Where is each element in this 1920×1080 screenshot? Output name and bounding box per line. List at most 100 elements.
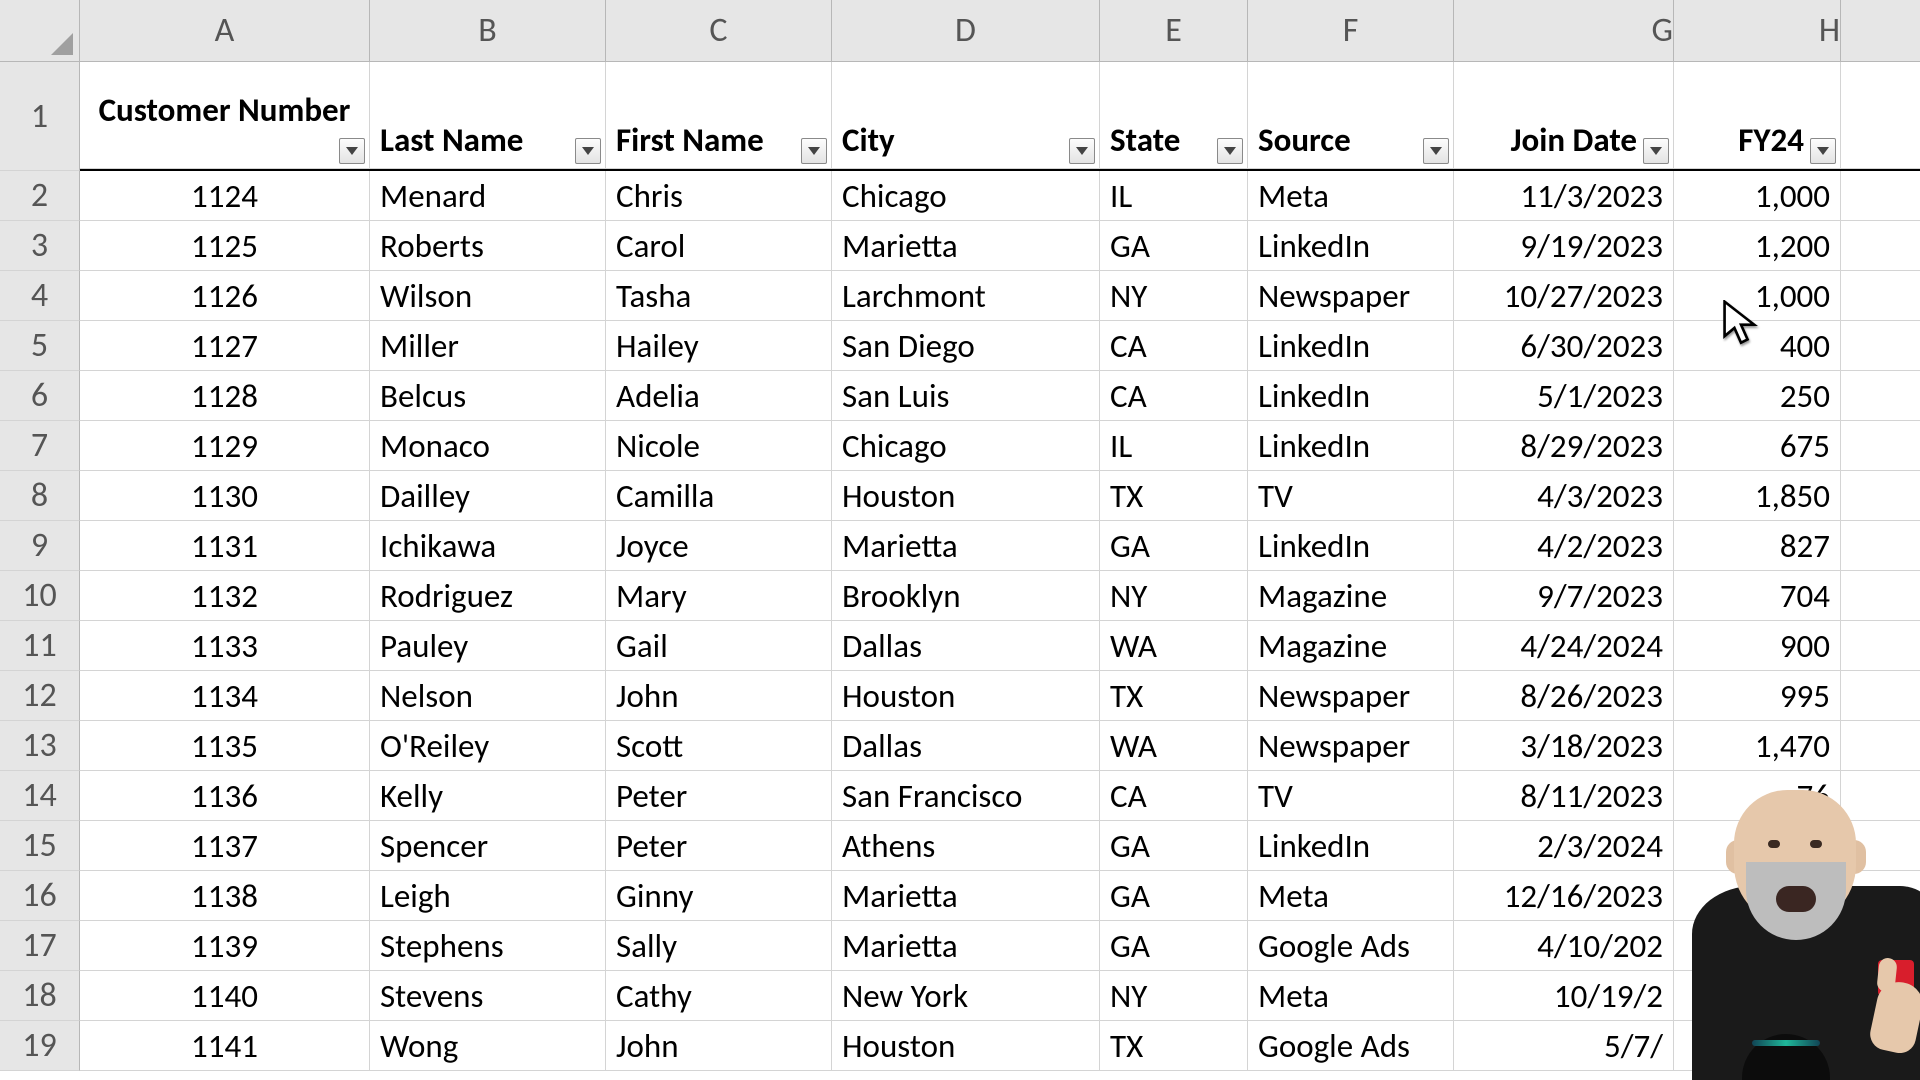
cell-join-date[interactable]: 9/19/2023 bbox=[1454, 221, 1674, 271]
cell-source[interactable]: LinkedIn bbox=[1248, 421, 1454, 471]
filter-dropdown-icon[interactable] bbox=[1810, 138, 1836, 164]
cell-state[interactable]: WA bbox=[1100, 621, 1248, 671]
row-header-12[interactable]: 12 bbox=[0, 671, 80, 721]
cell-customer-number[interactable]: 1134 bbox=[80, 671, 370, 721]
cell-blank[interactable] bbox=[1841, 471, 1920, 521]
filter-dropdown-icon[interactable] bbox=[1069, 138, 1095, 164]
cell-last-name[interactable]: Menard bbox=[370, 171, 606, 221]
row-header-18[interactable]: 18 bbox=[0, 971, 80, 1021]
cell-blank[interactable] bbox=[1841, 621, 1920, 671]
cell-city[interactable]: Larchmont bbox=[832, 271, 1100, 321]
cell-first-name[interactable]: Ginny bbox=[606, 871, 832, 921]
cell-first-name[interactable]: Scott bbox=[606, 721, 832, 771]
cell-state[interactable]: NY bbox=[1100, 971, 1248, 1021]
cell-join-date[interactable]: 2/3/2024 bbox=[1454, 821, 1674, 871]
cell-first-name[interactable]: Peter bbox=[606, 771, 832, 821]
col-header-D[interactable]: D bbox=[832, 0, 1100, 62]
cell-customer-number[interactable]: 1133 bbox=[80, 621, 370, 671]
cell-source[interactable]: Newspaper bbox=[1248, 721, 1454, 771]
cell-join-date[interactable]: 11/3/2023 bbox=[1454, 171, 1674, 221]
filter-dropdown-icon[interactable] bbox=[1643, 138, 1669, 164]
cell-source[interactable]: Meta bbox=[1248, 871, 1454, 921]
cell-first-name[interactable]: Peter bbox=[606, 821, 832, 871]
cell-state[interactable]: GA bbox=[1100, 921, 1248, 971]
row-header-7[interactable]: 7 bbox=[0, 421, 80, 471]
cell-last-name[interactable]: Roberts bbox=[370, 221, 606, 271]
cell-blank[interactable] bbox=[1841, 571, 1920, 621]
cell-first-name[interactable]: Mary bbox=[606, 571, 832, 621]
cell-first-name[interactable]: Carol bbox=[606, 221, 832, 271]
cell-join-date[interactable]: 4/2/2023 bbox=[1454, 521, 1674, 571]
cell-source[interactable]: LinkedIn bbox=[1248, 821, 1454, 871]
cell-city[interactable]: San Luis bbox=[832, 371, 1100, 421]
cell-join-date[interactable]: 4/24/2024 bbox=[1454, 621, 1674, 671]
cell-last-name[interactable]: Belcus bbox=[370, 371, 606, 421]
cell-last-name[interactable]: Leigh bbox=[370, 871, 606, 921]
cell-customer-number[interactable]: 1141 bbox=[80, 1021, 370, 1071]
filter-dropdown-icon[interactable] bbox=[575, 138, 601, 164]
cell-state[interactable]: IL bbox=[1100, 421, 1248, 471]
cell-state[interactable]: CA bbox=[1100, 771, 1248, 821]
cell-state[interactable]: GA bbox=[1100, 221, 1248, 271]
cell-fy24[interactable]: 675 bbox=[1674, 421, 1841, 471]
cell-source[interactable]: LinkedIn bbox=[1248, 521, 1454, 571]
row-header-9[interactable]: 9 bbox=[0, 521, 80, 571]
row-header-4[interactable]: 4 bbox=[0, 271, 80, 321]
hdr-fy24[interactable]: FY24 bbox=[1674, 62, 1841, 169]
cell-blank[interactable] bbox=[1841, 721, 1920, 771]
cell-first-name[interactable]: John bbox=[606, 1021, 832, 1071]
cell-source[interactable]: Newspaper bbox=[1248, 271, 1454, 321]
cell-fy24[interactable]: 900 bbox=[1674, 621, 1841, 671]
row-header-5[interactable]: 5 bbox=[0, 321, 80, 371]
cell-join-date[interactable]: 10/27/2023 bbox=[1454, 271, 1674, 321]
cell-last-name[interactable]: Wong bbox=[370, 1021, 606, 1071]
cell-first-name[interactable]: Camilla bbox=[606, 471, 832, 521]
cell-customer-number[interactable]: 1126 bbox=[80, 271, 370, 321]
cell-customer-number[interactable]: 1128 bbox=[80, 371, 370, 421]
hdr-state[interactable]: State bbox=[1100, 62, 1248, 169]
row-header-13[interactable]: 13 bbox=[0, 721, 80, 771]
col-header-I[interactable] bbox=[1841, 0, 1920, 62]
cell-last-name[interactable]: Dailley bbox=[370, 471, 606, 521]
cell-first-name[interactable]: Sally bbox=[606, 921, 832, 971]
cell-first-name[interactable]: Chris bbox=[606, 171, 832, 221]
cell-city[interactable]: Houston bbox=[832, 671, 1100, 721]
cell-state[interactable]: TX bbox=[1100, 671, 1248, 721]
row-header-8[interactable]: 8 bbox=[0, 471, 80, 521]
cell-city[interactable]: Chicago bbox=[832, 171, 1100, 221]
cell-last-name[interactable]: Ichikawa bbox=[370, 521, 606, 571]
row-header-17[interactable]: 17 bbox=[0, 921, 80, 971]
filter-dropdown-icon[interactable] bbox=[339, 138, 365, 164]
cell-customer-number[interactable]: 1132 bbox=[80, 571, 370, 621]
cell-last-name[interactable]: O'Reiley bbox=[370, 721, 606, 771]
cell-first-name[interactable]: Cathy bbox=[606, 971, 832, 1021]
col-header-F[interactable]: F bbox=[1248, 0, 1454, 62]
row-header-14[interactable]: 14 bbox=[0, 771, 80, 821]
cell-city[interactable]: Marietta bbox=[832, 921, 1100, 971]
cell-blank[interactable] bbox=[1841, 221, 1920, 271]
cell-last-name[interactable]: Wilson bbox=[370, 271, 606, 321]
cell-city[interactable]: New York bbox=[832, 971, 1100, 1021]
cell-source[interactable]: LinkedIn bbox=[1248, 321, 1454, 371]
cell-blank[interactable] bbox=[1841, 671, 1920, 721]
cell-fy24[interactable]: 995 bbox=[1674, 671, 1841, 721]
cell-first-name[interactable]: Gail bbox=[606, 621, 832, 671]
cell-city[interactable]: San Diego bbox=[832, 321, 1100, 371]
hdr-last-name[interactable]: Last Name bbox=[370, 62, 606, 169]
cell-join-date[interactable]: 10/19/2 bbox=[1454, 971, 1674, 1021]
cell-blank[interactable] bbox=[1841, 421, 1920, 471]
cell-source[interactable]: TV bbox=[1248, 471, 1454, 521]
cell-join-date[interactable]: 4/10/202 bbox=[1454, 921, 1674, 971]
cell-join-date[interactable]: 5/7/ bbox=[1454, 1021, 1674, 1071]
blank-header[interactable] bbox=[1841, 62, 1920, 169]
cell-state[interactable]: TX bbox=[1100, 1021, 1248, 1071]
cell-customer-number[interactable]: 1127 bbox=[80, 321, 370, 371]
cell-source[interactable]: Magazine bbox=[1248, 621, 1454, 671]
hdr-city[interactable]: City bbox=[832, 62, 1100, 169]
row-header-1[interactable]: 1 bbox=[0, 62, 80, 171]
cell-blank[interactable] bbox=[1841, 321, 1920, 371]
cell-state[interactable]: CA bbox=[1100, 321, 1248, 371]
cell-last-name[interactable]: Kelly bbox=[370, 771, 606, 821]
row-header-15[interactable]: 15 bbox=[0, 821, 80, 871]
row-header-3[interactable]: 3 bbox=[0, 221, 80, 271]
